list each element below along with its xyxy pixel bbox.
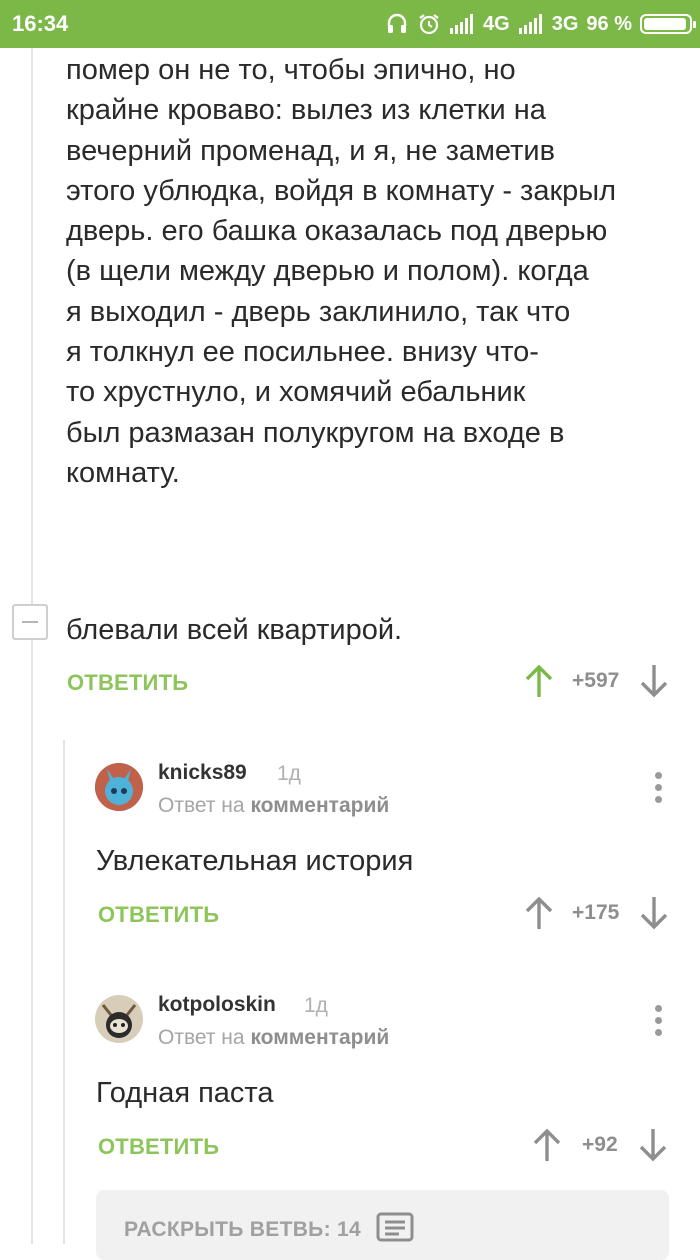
alarm-icon xyxy=(417,12,441,36)
comment-body-line: я толкнул ее посильнее. внизу что- xyxy=(66,336,539,369)
signal-icon xyxy=(518,14,544,34)
signal-icon xyxy=(449,14,475,34)
reply-button[interactable]: ОТВЕТИТЬ xyxy=(98,902,219,928)
rating-block: +92 xyxy=(530,1127,670,1163)
comment-body-line: крайне кроваво: вылез из клетки на xyxy=(66,94,546,127)
upvote-arrow-icon[interactable] xyxy=(522,895,556,931)
username[interactable]: kotpoloskin xyxy=(158,993,276,1017)
expand-branch-label: РАСКРЫТЬ ВЕТВЬ: 14 xyxy=(124,1218,361,1241)
comment-body-line: комнату. xyxy=(66,456,180,489)
downvote-arrow-icon[interactable] xyxy=(637,895,671,931)
rating-block: +597 xyxy=(522,663,671,699)
comment-body-line: вечерний променад, и я, не заметив xyxy=(66,134,555,167)
comment-body-line: этого ублюдка, войдя в комнату - закрыл xyxy=(66,174,617,207)
reply-to-prefix: Ответ на xyxy=(158,1026,245,1049)
headphones-icon xyxy=(385,12,409,36)
rating-value: +92 xyxy=(582,1133,618,1156)
collapse-button[interactable] xyxy=(12,604,48,640)
comment-age: 1д xyxy=(304,994,328,1017)
avatar[interactable] xyxy=(95,995,143,1043)
status-icons: 4G 3G 96 % xyxy=(385,11,696,37)
status-bar: 16:34 4G 3G 96 % xyxy=(0,0,700,48)
rating-value: +597 xyxy=(572,669,620,692)
comment-body-line: я выходил - дверь заклинило, так что xyxy=(66,295,571,328)
downvote-arrow-icon[interactable] xyxy=(637,663,671,699)
upvote-arrow-icon[interactable] xyxy=(522,663,556,699)
downvote-arrow-icon[interactable] xyxy=(636,1127,670,1163)
reply-to-link[interactable]: комментарий xyxy=(250,794,389,817)
network-type-1: 4G xyxy=(483,12,510,35)
more-options-icon[interactable] xyxy=(655,1005,663,1041)
thread-line xyxy=(31,48,33,604)
comments-icon xyxy=(376,1212,414,1249)
more-options-icon[interactable] xyxy=(655,772,663,808)
reply-button[interactable]: ОТВЕТИТЬ xyxy=(67,670,188,696)
comment-text: Увлекательная история xyxy=(96,845,414,877)
status-time: 16:34 xyxy=(12,11,69,36)
battery-icon xyxy=(640,14,696,34)
comment-body-line: дверь. его башка оказалась под дверью xyxy=(66,215,608,248)
expand-branch-button[interactable]: РАСКРЫТЬ ВЕТВЬ: 14 xyxy=(96,1190,669,1260)
network-type-2: 3G xyxy=(551,12,579,35)
comment-body-line: помер он не то, чтобы эпично, но xyxy=(66,54,516,86)
rating-value: +175 xyxy=(572,901,620,924)
comment-body-line: (в щели между дверью и полом). когда xyxy=(66,255,589,288)
comment-body-line: был размазан полукругом на входе в xyxy=(66,416,565,449)
reply-to-line: Ответ на комментарий xyxy=(158,1026,389,1050)
comment-text: Годная паста xyxy=(96,1077,274,1109)
reply-button[interactable]: ОТВЕТИТЬ xyxy=(98,1134,219,1160)
reply-to-link[interactable]: комментарий xyxy=(250,1026,389,1049)
upvote-arrow-icon[interactable] xyxy=(530,1127,564,1163)
thread-line xyxy=(31,640,33,1244)
reply-to-line: Ответ на комментарий xyxy=(158,794,389,818)
rating-block: +175 xyxy=(522,895,671,931)
avatar[interactable] xyxy=(95,763,143,811)
reply-to-prefix: Ответ на xyxy=(158,794,245,817)
comment-last-line: блевали всей квартирой. xyxy=(66,614,403,646)
comment-age: 1д xyxy=(277,762,301,785)
comment-body: помер он не то, чтобы эпично, но крайне к… xyxy=(66,50,666,493)
thread-line xyxy=(63,740,65,1244)
battery-percent: 96 % xyxy=(586,12,632,35)
username[interactable]: knicks89 xyxy=(158,761,247,785)
comment-body-line: то хрустнуло, и хомячий ебальник xyxy=(66,376,526,409)
